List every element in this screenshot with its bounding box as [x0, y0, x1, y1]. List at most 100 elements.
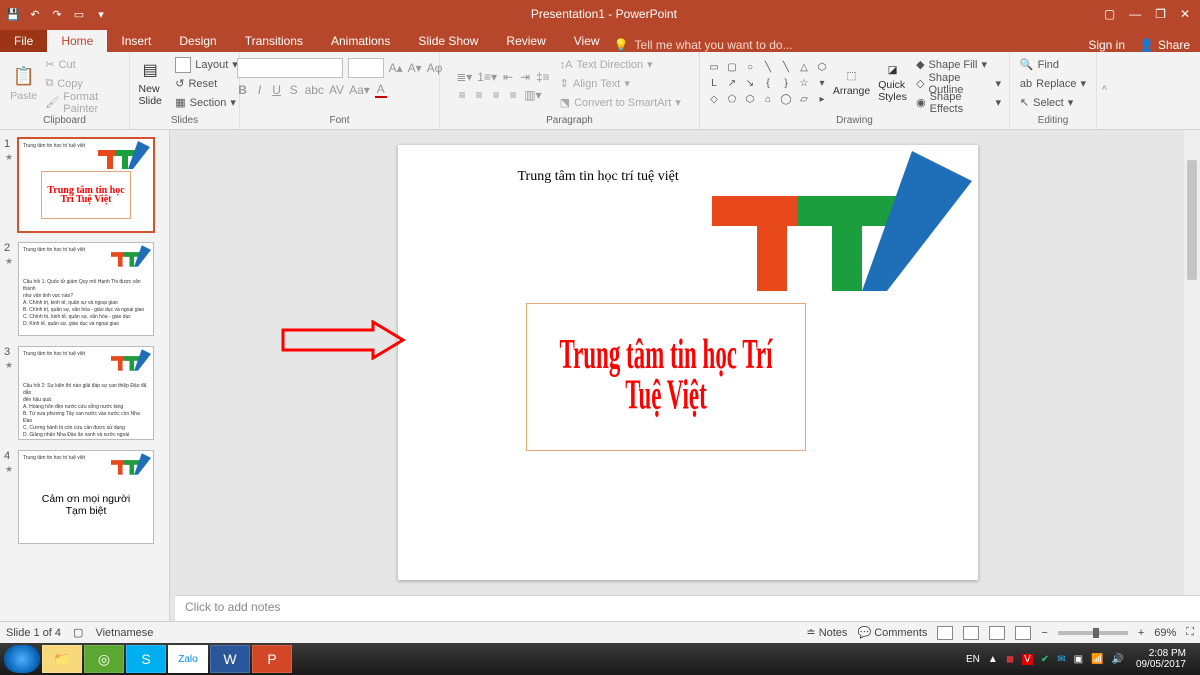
coccoc-icon[interactable]: ◎: [84, 645, 124, 673]
notes-pane[interactable]: Click to add notes: [175, 595, 1200, 621]
skype-icon[interactable]: S: [126, 645, 166, 673]
tray-network-icon[interactable]: 📶: [1091, 654, 1103, 665]
replace-button[interactable]: abReplace▾: [1018, 75, 1088, 93]
indent-dec-icon[interactable]: ⇤: [502, 70, 514, 84]
slide-counter[interactable]: Slide 1 of 4: [6, 627, 61, 639]
ribbon-options-icon[interactable]: ▢: [1104, 7, 1115, 21]
tab-transitions[interactable]: Transitions: [231, 30, 317, 52]
spell-check-icon[interactable]: ▢: [73, 626, 83, 639]
slide-canvas-area[interactable]: Trung tâm tin học trí tuệ việt Trung tâm…: [175, 130, 1200, 595]
text-direction-button[interactable]: ↕AText Direction▾: [558, 56, 683, 74]
underline-button[interactable]: U: [271, 83, 283, 97]
logo-icon[interactable]: [712, 151, 972, 291]
section-button[interactable]: ▦Section▾: [173, 94, 240, 112]
format-painter-button[interactable]: 🖌Format Painter: [43, 94, 123, 112]
reading-view-icon[interactable]: [989, 626, 1005, 640]
minimize-icon[interactable]: —: [1129, 7, 1141, 21]
zoom-out-icon[interactable]: −: [1041, 627, 1047, 639]
smartart-button[interactable]: ⬔Convert to SmartArt▾: [558, 94, 683, 112]
tab-design[interactable]: Design: [165, 30, 230, 52]
restore-icon[interactable]: ❐: [1155, 7, 1166, 21]
tray-app2-icon[interactable]: ▣: [1074, 654, 1083, 665]
columns-icon[interactable]: ▥▾: [524, 88, 541, 102]
tray-app-icon[interactable]: ◼: [1006, 654, 1014, 665]
slide-thumb-3[interactable]: Trung tâm tin học trí tuệ việt Câu hỏi 2…: [18, 346, 154, 440]
tray-msg-icon[interactable]: ✉: [1057, 654, 1065, 665]
case-button[interactable]: Aa▾: [349, 83, 370, 97]
tab-animations[interactable]: Animations: [317, 30, 404, 52]
layout-button[interactable]: Layout▾: [173, 56, 240, 74]
line-spacing-icon[interactable]: ‡≡: [536, 70, 550, 84]
align-left-icon[interactable]: ≡: [456, 88, 468, 102]
qat-dropdown-icon[interactable]: ▾: [94, 7, 108, 21]
increase-font-icon[interactable]: A▴: [389, 61, 403, 75]
start-button[interactable]: [4, 645, 40, 673]
zoom-slider[interactable]: [1058, 631, 1128, 635]
close-icon[interactable]: ✕: [1180, 7, 1190, 21]
italic-button[interactable]: I: [254, 83, 266, 97]
find-button[interactable]: 🔍Find: [1018, 56, 1088, 74]
align-text-button[interactable]: ⇕Align Text▾: [558, 75, 683, 93]
zoom-level[interactable]: 69%: [1154, 627, 1176, 639]
tray-clock[interactable]: 2:08 PM 09/05/2017: [1132, 648, 1190, 670]
undo-icon[interactable]: ↶: [28, 7, 42, 21]
tray-check-icon[interactable]: ✔: [1041, 654, 1049, 665]
powerpoint-icon[interactable]: P: [252, 645, 292, 673]
share-button[interactable]: 👤 Share: [1139, 38, 1190, 52]
font-color-button[interactable]: A: [375, 82, 387, 98]
zalo-icon[interactable]: Zalo: [168, 645, 208, 673]
shapes-gallery[interactable]: ▭▢○╲╲△⬡ L↗↘{}☆▾ ◇⬠⬡⌂◯▱▸: [706, 61, 830, 107]
vertical-scrollbar[interactable]: [1184, 130, 1200, 595]
collapse-ribbon-icon[interactable]: ^: [1096, 52, 1112, 129]
tab-home[interactable]: Home: [47, 30, 107, 52]
notes-button[interactable]: ≐ Notes: [806, 626, 847, 639]
tab-file[interactable]: File: [0, 30, 47, 52]
sorter-view-icon[interactable]: [963, 626, 979, 640]
comments-button[interactable]: 💬 Comments: [857, 626, 927, 639]
bullets-icon[interactable]: ≣▾: [456, 70, 472, 84]
tab-slideshow[interactable]: Slide Show: [404, 30, 492, 52]
slide-title-text[interactable]: Trung tâm tin học trí tuệ việt: [518, 169, 679, 185]
tray-unikey-icon[interactable]: V: [1022, 654, 1033, 665]
align-center-icon[interactable]: ≡: [473, 88, 485, 102]
tab-view[interactable]: View: [560, 30, 614, 52]
justify-icon[interactable]: ≡: [507, 88, 519, 102]
fit-to-window-icon[interactable]: ⛶: [1186, 626, 1194, 639]
slide-thumb-2[interactable]: Trung tâm tin học trí tuệ việt Câu hỏi 1…: [18, 242, 154, 336]
indent-inc-icon[interactable]: ⇥: [519, 70, 531, 84]
paste-button[interactable]: 📋 Paste: [6, 56, 41, 112]
sign-in[interactable]: Sign in: [1088, 38, 1125, 52]
slideshow-view-icon[interactable]: [1015, 626, 1031, 640]
quick-styles-button[interactable]: ◪Quick Styles: [873, 56, 912, 112]
bold-button[interactable]: B: [237, 83, 249, 97]
font-size-select[interactable]: [348, 58, 384, 78]
decrease-font-icon[interactable]: A▾: [408, 61, 422, 75]
tray-lang[interactable]: EN: [966, 654, 980, 665]
tab-review[interactable]: Review: [492, 30, 559, 52]
wordart-object[interactable]: Trung tâm tin học Trí Tuệ Việt: [526, 303, 806, 451]
font-family-select[interactable]: [237, 58, 343, 78]
select-button[interactable]: ↖Select▾: [1018, 94, 1088, 112]
numbering-icon[interactable]: 1≡▾: [477, 70, 497, 84]
word-icon[interactable]: W: [210, 645, 250, 673]
explorer-icon[interactable]: 📁: [42, 645, 82, 673]
start-from-beginning-icon[interactable]: ▭: [72, 7, 86, 21]
slide-thumb-4[interactable]: Trung tâm tin học trí tuệ việt Cảm ơn mọ…: [18, 450, 154, 544]
cut-button[interactable]: ✂Cut: [43, 56, 123, 74]
slide[interactable]: Trung tâm tin học trí tuệ việt Trung tâm…: [398, 145, 978, 580]
redo-icon[interactable]: ↷: [50, 7, 64, 21]
tab-insert[interactable]: Insert: [107, 30, 165, 52]
tray-volume-icon[interactable]: 🔊: [1111, 654, 1123, 665]
tray-flag-icon[interactable]: ▲: [988, 654, 998, 665]
strike-button[interactable]: abc: [305, 83, 324, 97]
tell-me[interactable]: 💡 Tell me what you want to do...: [614, 38, 793, 52]
slide-thumb-1[interactable]: Trung tâm tin học trí tuệ việt Trung tâm…: [18, 138, 154, 232]
arrange-button[interactable]: ⬚Arrange: [832, 56, 871, 112]
align-right-icon[interactable]: ≡: [490, 88, 502, 102]
spacing-button[interactable]: AV: [329, 83, 344, 97]
language-indicator[interactable]: Vietnamese: [95, 627, 153, 639]
reset-button[interactable]: ↺Reset: [173, 75, 240, 93]
save-icon[interactable]: 💾: [6, 7, 20, 21]
zoom-in-icon[interactable]: +: [1138, 627, 1144, 639]
shadow-button[interactable]: S: [288, 83, 300, 97]
